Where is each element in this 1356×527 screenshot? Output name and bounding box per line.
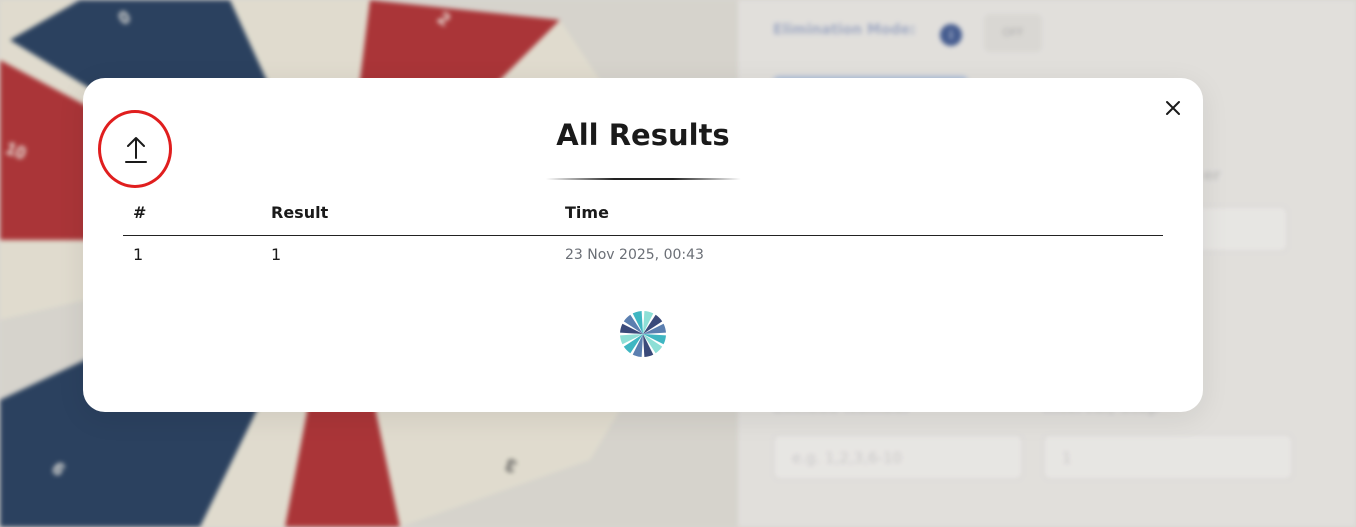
column-header-time: Time: [565, 203, 609, 222]
all-results-modal: All Results # Result Time 1 1 23 Nov 202…: [83, 78, 1203, 412]
header-divider: [123, 235, 1163, 236]
loading-spinner-icon: [620, 311, 666, 357]
close-button[interactable]: [1161, 96, 1185, 120]
row-time: 23 Nov 2025, 00:43: [565, 247, 704, 263]
column-header-index: #: [133, 203, 147, 222]
modal-title: All Results: [556, 118, 730, 152]
row-index: 1: [133, 245, 144, 264]
spinner-segments: [620, 311, 666, 357]
column-header-result: Result: [271, 203, 329, 222]
row-result: 1: [271, 245, 282, 264]
title-divider: [546, 178, 741, 180]
close-icon: [1166, 101, 1180, 115]
